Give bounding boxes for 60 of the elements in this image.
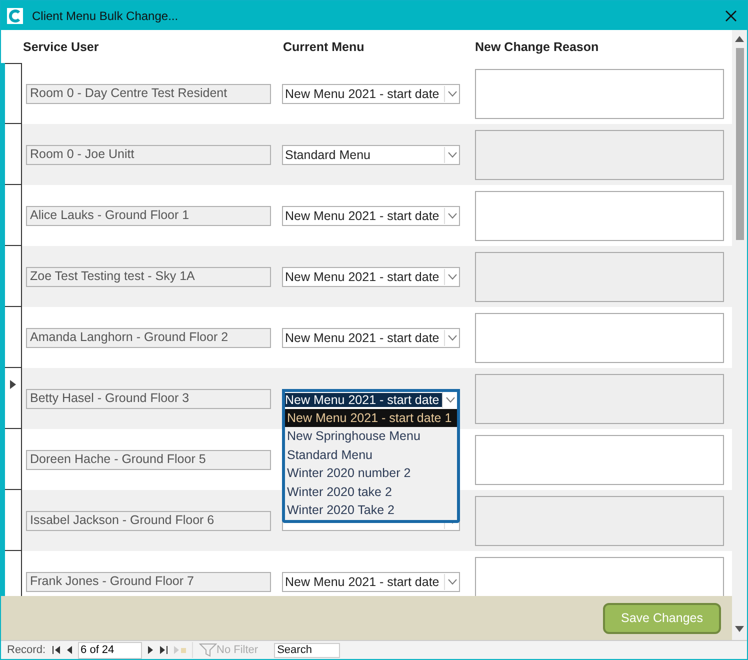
current-record-icon — [10, 380, 16, 388]
close-button[interactable] — [723, 8, 739, 24]
dropdown-option[interactable]: Winter 2020 Take 2 — [285, 501, 457, 520]
vertical-scrollbar[interactable] — [732, 30, 747, 640]
column-header: New Change Reason — [475, 40, 599, 54]
dropdown-option[interactable]: Standard Menu — [285, 446, 457, 464]
scroll-up-icon[interactable] — [735, 36, 744, 42]
menu-dropdown[interactable]: New Menu 2021 - start date — [282, 206, 460, 226]
service-user-field: Alice Lauks - Ground Floor 1 — [26, 206, 271, 226]
record-selector[interactable] — [5, 368, 22, 429]
record-selector[interactable] — [5, 490, 22, 551]
change-reason-field[interactable] — [475, 252, 724, 302]
window-title: Client Menu Bulk Change... — [32, 8, 180, 22]
record-selector[interactable] — [5, 307, 22, 368]
record-selector[interactable] — [5, 246, 22, 307]
service-user-field: Doreen Hache - Ground Floor 5 — [26, 450, 271, 470]
menu-dropdown[interactable]: Standard Menu — [282, 144, 460, 164]
record-label: Record: — [7, 644, 46, 656]
change-reason-field[interactable] — [475, 434, 724, 484]
menu-dropdown[interactable]: New Menu 2021 - start date — [282, 328, 460, 348]
app-logo-icon — [7, 8, 23, 24]
service-user-field: Frank Jones - Ground Floor 7 — [26, 572, 271, 592]
change-reason-field[interactable] — [475, 374, 724, 424]
filter-icon — [198, 643, 217, 657]
service-user-field: Issabel Jackson - Ground Floor 6 — [26, 510, 271, 530]
service-user-field: Betty Hasel - Ground Floor 3 — [26, 388, 271, 408]
record-selector[interactable] — [5, 124, 22, 185]
new-record-icon — [174, 646, 186, 654]
next-record-icon[interactable] — [148, 646, 154, 654]
record-selector[interactable] — [5, 63, 22, 124]
first-record-icon[interactable] — [52, 646, 60, 654]
service-user-field: Zoe Test Testing test - Sky 1A — [26, 266, 271, 286]
search-field[interactable]: Search — [274, 642, 340, 658]
column-header: Current Menu — [283, 40, 366, 54]
service-user-field: Room 0 - Day Centre Test Resident — [26, 84, 271, 104]
record-selector[interactable] — [5, 185, 22, 246]
record-selector[interactable] — [5, 429, 22, 490]
scroll-down-icon[interactable] — [735, 626, 744, 632]
change-reason-field[interactable] — [475, 556, 724, 596]
menu-dropdown[interactable]: New Menu 2021 - start date — [282, 84, 460, 104]
menu-dropdown[interactable]: New Menu 2021 - start date — [282, 572, 460, 592]
dropdown-option[interactable]: Winter 2020 number 2 — [285, 464, 457, 482]
column-header: Service User — [23, 40, 100, 54]
last-record-icon[interactable] — [160, 646, 168, 654]
service-user-field: Amanda Langhorn - Ground Floor 2 — [26, 328, 271, 348]
menu-dropdown[interactable]: New Menu 2021 - start date — [282, 266, 460, 286]
previous-record-icon[interactable] — [66, 646, 72, 654]
scrollbar-thumb[interactable] — [736, 48, 744, 240]
change-reason-field[interactable] — [475, 312, 724, 362]
no-filter-label: No Filter — [216, 644, 258, 656]
change-reason-field[interactable] — [475, 190, 724, 240]
change-reason-field[interactable] — [475, 68, 724, 118]
dropdown-option[interactable]: New Menu 2021 - start date 1 — [285, 408, 457, 427]
service-user-field: Room 0 - Joe Unitt — [26, 144, 271, 164]
menu-dropdown[interactable]: New Menu 2021 - start date — [282, 388, 460, 408]
dropdown-option[interactable]: Winter 2020 take 2 — [285, 482, 457, 501]
change-reason-field[interactable] — [475, 496, 724, 546]
dropdown-option[interactable]: New Springhouse Menu — [285, 427, 457, 446]
record-position-field[interactable]: 6 of 24 — [78, 642, 142, 658]
change-reason-field[interactable] — [475, 130, 724, 180]
